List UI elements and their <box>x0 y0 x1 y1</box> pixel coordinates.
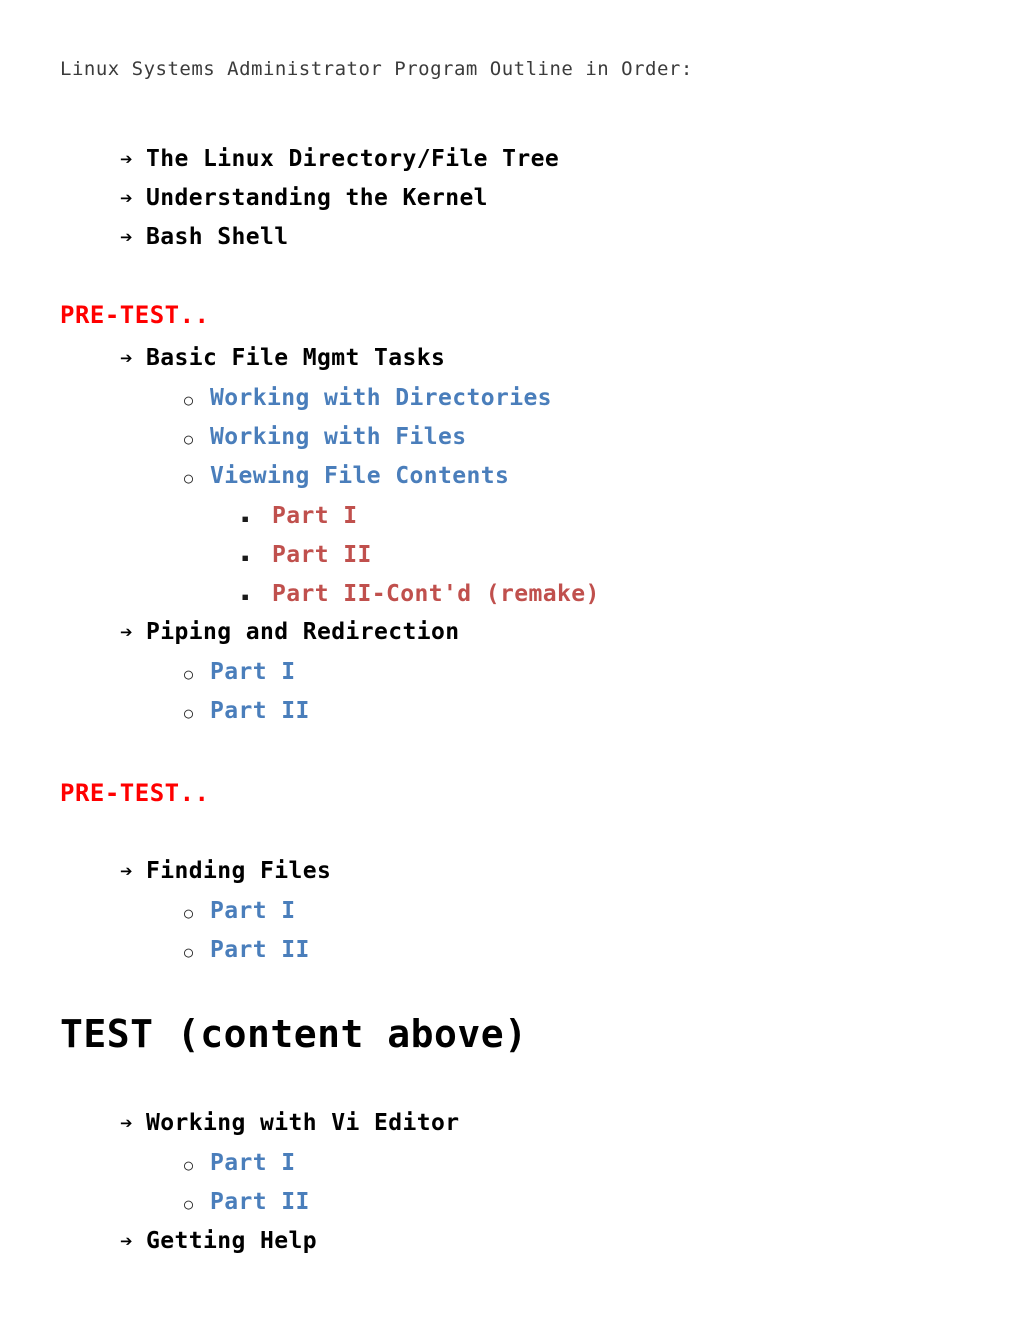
circle-bullet-icon: ○ <box>184 1156 194 1174</box>
arrow-icon: ➔ <box>120 346 133 370</box>
outline-item-linux-directory-file-tree[interactable]: ➔ The Linux Directory/File Tree <box>120 146 559 172</box>
outline-item-viewing-part-1[interactable]: ▪ Part I <box>241 503 357 529</box>
arrow-icon: ➔ <box>120 147 133 171</box>
circle-bullet-icon: ○ <box>184 665 194 683</box>
arrow-icon: ➔ <box>120 620 133 644</box>
outline-item-label: Part II <box>210 1189 310 1215</box>
outline-item-label: Part I <box>272 503 358 529</box>
square-bullet-icon: ▪ <box>241 550 250 566</box>
circle-bullet-icon: ○ <box>184 469 194 487</box>
outline-item-vi-part-1[interactable]: ○ Part I <box>184 1150 295 1176</box>
outline-item-label: Working with Vi Editor <box>146 1110 460 1136</box>
arrow-icon: ➔ <box>120 225 133 249</box>
outline-item-finding-part-1[interactable]: ○ Part I <box>184 898 295 924</box>
outline-item-label: Part II <box>272 542 372 568</box>
outline-item-basic-file-mgmt-tasks[interactable]: ➔ Basic File Mgmt Tasks <box>120 345 445 371</box>
outline-item-bash-shell[interactable]: ➔ Bash Shell <box>120 224 288 250</box>
outline-item-finding-part-2[interactable]: ○ Part II <box>184 937 310 963</box>
outline-item-viewing-part-2[interactable]: ▪ Part II <box>241 542 372 568</box>
outline-item-label: Part II <box>210 698 310 724</box>
circle-bullet-icon: ○ <box>184 943 194 961</box>
pretest-heading-1: PRE-TEST.. <box>60 301 210 329</box>
outline-item-label: Bash Shell <box>146 224 289 250</box>
square-bullet-icon: ▪ <box>241 511 250 527</box>
outline-item-label: Part I <box>210 659 296 685</box>
outline-item-label: Getting Help <box>146 1228 317 1254</box>
arrow-icon: ➔ <box>120 186 133 210</box>
circle-bullet-icon: ○ <box>184 391 194 409</box>
outline-item-working-with-files[interactable]: ○ Working with Files <box>184 424 466 450</box>
outline-item-piping-and-redirection[interactable]: ➔ Piping and Redirection <box>120 619 459 645</box>
circle-bullet-icon: ○ <box>184 1195 194 1213</box>
outline-item-label: Part I <box>210 1150 296 1176</box>
outline-item-viewing-part-2-contd[interactable]: ▪ Part II-Cont'd (remake) <box>241 581 600 607</box>
outline-item-label: Working with Files <box>210 424 467 450</box>
test-heading: TEST (content above) <box>60 1012 528 1056</box>
outline-item-label: Part II <box>210 937 310 963</box>
outline-item-finding-files[interactable]: ➔ Finding Files <box>120 858 331 884</box>
outline-item-label: Part I <box>210 898 296 924</box>
pretest-heading-2: PRE-TEST.. <box>60 779 210 807</box>
outline-item-piping-part-2[interactable]: ○ Part II <box>184 698 310 724</box>
circle-bullet-icon: ○ <box>184 430 194 448</box>
outline-item-working-with-vi-editor[interactable]: ➔ Working with Vi Editor <box>120 1110 459 1136</box>
outline-item-label: Basic File Mgmt Tasks <box>146 345 446 371</box>
arrow-icon: ➔ <box>120 859 133 883</box>
document-page: Linux Systems Administrator Program Outl… <box>0 0 1020 1320</box>
outline-item-understanding-the-kernel[interactable]: ➔ Understanding the Kernel <box>120 185 488 211</box>
outline-item-label: Piping and Redirection <box>146 619 460 645</box>
outline-item-viewing-file-contents[interactable]: ○ Viewing File Contents <box>184 463 509 489</box>
outline-item-label: The Linux Directory/File Tree <box>146 146 560 172</box>
outline-item-working-with-directories[interactable]: ○ Working with Directories <box>184 385 552 411</box>
outline-item-label: Part II-Cont'd (remake) <box>272 581 600 607</box>
outline-item-label: Viewing File Contents <box>210 463 510 489</box>
outline-item-getting-help[interactable]: ➔ Getting Help <box>120 1228 317 1254</box>
outline-item-label: Understanding the Kernel <box>146 185 488 211</box>
arrow-icon: ➔ <box>120 1229 133 1253</box>
outline-item-label: Working with Directories <box>210 385 552 411</box>
circle-bullet-icon: ○ <box>184 904 194 922</box>
square-bullet-icon: ▪ <box>241 589 250 605</box>
outline-item-piping-part-1[interactable]: ○ Part I <box>184 659 295 685</box>
outline-item-vi-part-2[interactable]: ○ Part II <box>184 1189 310 1215</box>
page-title: Linux Systems Administrator Program Outl… <box>60 58 693 80</box>
outline-item-label: Finding Files <box>146 858 332 884</box>
circle-bullet-icon: ○ <box>184 704 194 722</box>
arrow-icon: ➔ <box>120 1111 133 1135</box>
